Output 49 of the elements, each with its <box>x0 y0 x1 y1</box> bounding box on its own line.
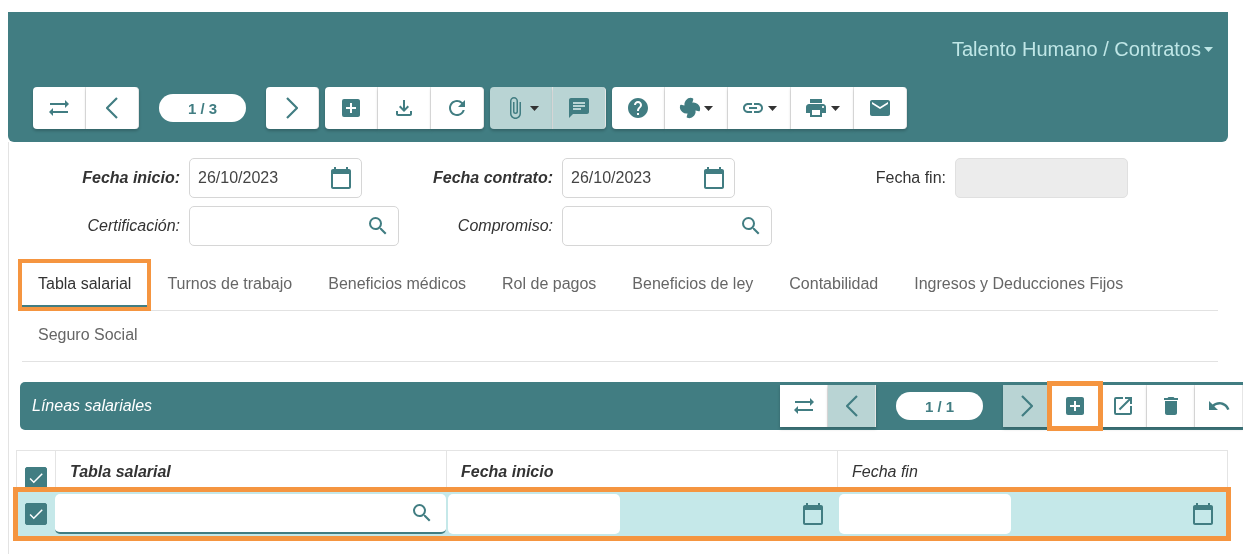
add-button[interactable] <box>325 87 378 129</box>
previous-button[interactable] <box>86 87 139 129</box>
panel-title: Líneas salariales <box>32 397 153 415</box>
select-all-checkbox[interactable] <box>25 467 47 489</box>
chevron-right-icon <box>286 97 298 119</box>
date-field[interactable]: 26/10/2023 <box>562 158 735 198</box>
field-label: Certificación: <box>87 217 180 235</box>
calendar-icon <box>702 166 726 190</box>
chevron-left-icon <box>845 395 858 417</box>
page-indicator: 1 / 3 <box>159 94 246 122</box>
chevron-right-icon <box>1020 395 1033 417</box>
page-indicator: 1 / 1 <box>896 392 983 420</box>
caret-icon <box>831 105 840 111</box>
refresh-button[interactable] <box>431 87 484 129</box>
module-title[interactable]: Talento Humano / Contratos <box>951 38 1213 61</box>
actions-button[interactable] <box>665 87 728 129</box>
swap-button[interactable] <box>780 385 828 427</box>
caret-icon <box>1204 47 1213 52</box>
caret-icon <box>530 105 539 111</box>
printer-icon <box>804 96 828 120</box>
field-label: Fecha fin: <box>875 169 946 187</box>
field-label: Fecha inicio: <box>82 169 180 187</box>
delete-button[interactable] <box>1147 385 1195 427</box>
field-label: Fecha contrato: <box>433 169 553 187</box>
caret-icon <box>768 105 777 111</box>
mail-button[interactable] <box>854 87 907 129</box>
comment-icon <box>567 96 591 120</box>
link-button[interactable] <box>728 87 791 129</box>
date-field[interactable]: 26/10/2023 <box>189 158 362 198</box>
field-label: Compromiso: <box>457 217 553 235</box>
row-checkbox[interactable] <box>25 503 47 525</box>
attach-button[interactable] <box>490 87 553 129</box>
lookup-field[interactable] <box>55 494 446 534</box>
help-icon <box>626 96 650 120</box>
fan-icon <box>679 97 701 119</box>
caret-icon <box>704 105 713 111</box>
help-button[interactable] <box>612 87 665 129</box>
undo-button[interactable] <box>1195 385 1243 427</box>
chevron-left-icon <box>106 97 118 119</box>
calendar-icon[interactable] <box>1191 502 1215 526</box>
date-field[interactable] <box>839 494 1011 534</box>
calendar-icon[interactable] <box>801 502 825 526</box>
print-button[interactable] <box>791 87 854 129</box>
date-field[interactable] <box>448 494 620 534</box>
swap-button[interactable] <box>33 87 86 129</box>
calendar-icon <box>329 166 353 190</box>
next-button[interactable] <box>266 87 319 129</box>
comment-button[interactable] <box>553 87 606 129</box>
download-button[interactable] <box>378 87 431 129</box>
